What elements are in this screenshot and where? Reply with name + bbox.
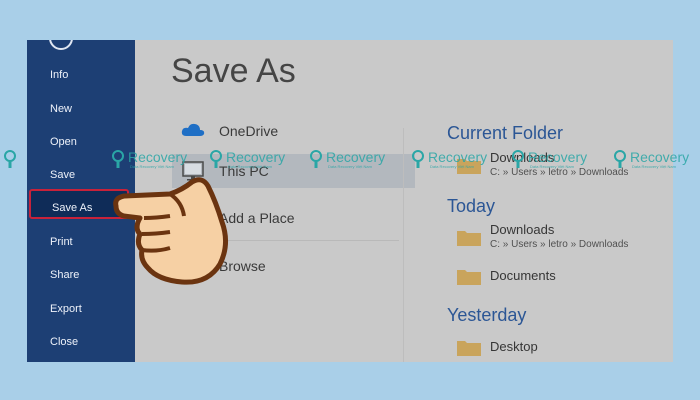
watermark-text: Recovery (226, 149, 286, 165)
folder-icon (457, 341, 481, 356)
watermark-logo-icon (210, 150, 222, 168)
folder-item[interactable]: Desktop (457, 330, 673, 362)
folder-item[interactable]: Documents (457, 259, 673, 293)
watermark-subtext: Data Recovery Việt Nam (530, 164, 574, 169)
page-title: Save As (171, 52, 296, 90)
pointing-hand-icon (113, 177, 228, 285)
folder-path: C: » Users » letro » Downloads (490, 239, 629, 250)
watermark: Recovery Data Recovery Việt Nam (110, 149, 210, 171)
folder-name: Downloads (490, 222, 555, 237)
watermark-logo-icon (310, 150, 322, 168)
folder-name: Desktop (490, 339, 538, 354)
watermark-text: Recovery (128, 149, 188, 165)
folder-item[interactable]: Downloads C: » Users » letro » Downloads (457, 220, 673, 254)
watermark (2, 149, 102, 171)
watermark: Recovery Data Recovery Việt Nam (510, 149, 610, 171)
watermark-subtext: Data Recovery Việt Nam (228, 164, 272, 169)
heading-yesterday: Yesterday (447, 305, 527, 325)
nav-item-info[interactable]: Info (27, 60, 135, 90)
watermark-subtext: Data Recovery Việt Nam (632, 164, 676, 169)
watermark-text: Recovery (326, 149, 386, 165)
folder-icon (457, 231, 481, 246)
watermark-subtext: Data Recovery Việt Nam (430, 164, 474, 169)
watermark: Recovery Data Recovery Việt Nam (410, 149, 510, 171)
watermark: Recovery Data Recovery Việt Nam (308, 149, 408, 171)
location-onedrive[interactable]: OneDrive (172, 114, 415, 148)
watermark-text: Recovery (528, 149, 588, 165)
nav-item-export[interactable]: Export (27, 294, 135, 324)
watermark-logo-icon (4, 150, 16, 168)
location-label: OneDrive (219, 123, 279, 139)
heading-current-folder: Current Folder (447, 123, 564, 143)
watermark: Recovery Data Recovery Việt Nam (612, 149, 700, 171)
folder-icon (457, 270, 481, 285)
folder-name: Documents (490, 268, 556, 283)
nav-item-close[interactable]: Close (27, 327, 135, 357)
onedrive-cloud-icon (181, 123, 205, 136)
watermark-logo-icon (614, 150, 626, 168)
watermark-subtext: Data Recovery Việt Nam (130, 164, 174, 169)
watermark-text: Recovery (428, 149, 488, 165)
watermark-logo-icon (412, 150, 424, 168)
watermark-subtext: Data Recovery Việt Nam (328, 164, 372, 169)
nav-item-new[interactable]: New (27, 94, 135, 124)
watermark-text: Recovery (630, 149, 690, 165)
heading-today: Today (447, 196, 496, 216)
watermark: Recovery Data Recovery Việt Nam (208, 149, 308, 171)
watermark-logo-icon (112, 150, 124, 168)
watermark-logo-icon (512, 150, 524, 168)
back-arrow-icon[interactable] (49, 40, 73, 50)
